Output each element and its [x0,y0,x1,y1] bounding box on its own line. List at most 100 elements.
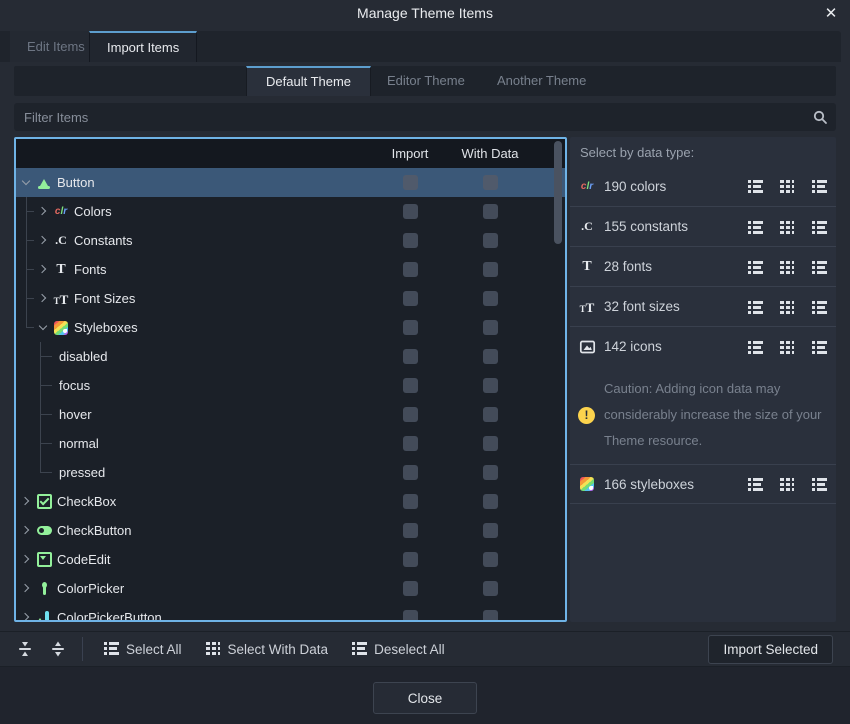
tree-item-colors[interactable]: clrColors [16,197,565,226]
with-data-checkbox[interactable] [483,581,498,596]
data-type-row-font-sizes: TT32 font sizes [570,286,836,326]
import-checkbox[interactable] [403,465,418,480]
tree-item-disabled[interactable]: disabled [16,342,565,371]
import-checkbox[interactable] [403,436,418,451]
tree-item-constants[interactable]: .CConstants [16,226,565,255]
select-all-button[interactable]: Select All [96,637,190,662]
tab-import-items[interactable]: Import Items [89,31,197,62]
tree-item-normal[interactable]: normal [16,429,565,458]
tree-item-codeedit[interactable]: CodeEdit [16,545,565,574]
chevron-right-icon[interactable] [20,524,33,537]
chevron-down-icon[interactable] [20,176,33,189]
chevron-right-icon[interactable] [20,495,33,508]
tab-default-theme[interactable]: Default Theme [246,66,371,96]
with-data-checkbox[interactable] [483,233,498,248]
deselect-all-of-type-button[interactable] [810,338,828,356]
import-checkbox[interactable] [403,233,418,248]
with-data-checkbox[interactable] [483,262,498,277]
tree-guide-dash [26,240,34,241]
select-all-of-type-button[interactable] [746,218,764,236]
import-checkbox[interactable] [403,320,418,335]
tree-item-checkbox[interactable]: CheckBox [16,487,565,516]
collapse-all-icon[interactable] [14,638,36,660]
select-all-of-type-button[interactable] [746,475,764,493]
close-icon[interactable]: ✕ [820,3,842,25]
with-data-checkbox[interactable] [483,436,498,451]
deselect-all-button[interactable]: Deselect All [344,637,453,662]
with-data-checkbox[interactable] [483,465,498,480]
select-with-data-of-type-button[interactable] [778,338,796,356]
import-checkbox[interactable] [403,175,418,190]
select-with-data-of-type-button[interactable] [778,475,796,493]
tab-another-theme[interactable]: Another Theme [478,66,605,96]
chevron-right-icon[interactable] [37,292,50,305]
import-checkbox[interactable] [403,378,418,393]
tree-item-label: Button [57,175,95,190]
dialog-footer: Close [0,667,850,724]
styleboxes-icon [52,319,70,336]
chevron-down-icon[interactable] [37,321,50,334]
tree-item-colorpickerbutton[interactable]: ColorPickerButton [16,603,565,620]
import-checkbox[interactable] [403,204,418,219]
with-data-checkbox[interactable] [483,407,498,422]
expand-all-icon[interactable] [47,638,69,660]
with-data-checkbox[interactable] [483,175,498,190]
select-all-of-type-button[interactable] [746,338,764,356]
chevron-right-icon[interactable] [20,611,33,620]
colors-icon: clr [52,203,70,220]
with-data-checkbox[interactable] [483,204,498,219]
deselect-all-of-type-button[interactable] [810,218,828,236]
with-data-checkbox[interactable] [483,378,498,393]
tree-item-pressed[interactable]: pressed [16,458,565,487]
tree-item-colorpicker[interactable]: ColorPicker [16,574,565,603]
select-all-of-type-button[interactable] [746,177,764,195]
deselect-all-of-type-button[interactable] [810,475,828,493]
import-checkbox[interactable] [403,407,418,422]
import-checkbox[interactable] [403,494,418,509]
deselect-all-of-type-button[interactable] [810,258,828,276]
select-with-data-of-type-button[interactable] [778,218,796,236]
data-type-count-label: 32 font sizes [604,299,732,314]
with-data-checkbox[interactable] [483,349,498,364]
tree-scrollbar-thumb[interactable] [554,141,562,244]
import-selected-button[interactable]: Import Selected [708,635,833,664]
close-button[interactable]: Close [373,682,477,714]
with-data-checkbox[interactable] [483,610,498,620]
deselect-all-of-type-button[interactable] [810,177,828,195]
chevron-right-icon[interactable] [20,553,33,566]
select-with-data-button[interactable]: Select With Data [198,637,337,662]
with-data-checkbox[interactable] [483,552,498,567]
select-with-data-of-type-button[interactable] [778,298,796,316]
select-with-data-of-type-button[interactable] [778,258,796,276]
with-data-checkbox[interactable] [483,494,498,509]
deselect-all-of-type-button[interactable] [810,298,828,316]
with-data-checkbox[interactable] [483,291,498,306]
chevron-right-icon[interactable] [37,205,50,218]
tree-item-focus[interactable]: focus [16,371,565,400]
import-checkbox[interactable] [403,610,418,620]
tree-item-styleboxes[interactable]: Styleboxes [16,313,565,342]
tree-item-hover[interactable]: hover [16,400,565,429]
select-with-data-of-type-button[interactable] [778,177,796,195]
tree-item-checkbutton[interactable]: CheckButton [16,516,565,545]
filter-items-input[interactable] [14,103,836,131]
chevron-right-icon[interactable] [37,263,50,276]
import-checkbox[interactable] [403,291,418,306]
tab-editor-theme[interactable]: Editor Theme [368,66,484,96]
tree-item-button[interactable]: Button [16,168,565,197]
import-checkbox[interactable] [403,552,418,567]
tree-item-fonts[interactable]: TFonts [16,255,565,284]
chevron-right-icon[interactable] [20,582,33,595]
import-checkbox[interactable] [403,262,418,277]
with-data-checkbox[interactable] [483,320,498,335]
tree-item-label: disabled [59,349,107,364]
import-checkbox[interactable] [403,523,418,538]
import-checkbox[interactable] [403,581,418,596]
chevron-right-icon[interactable] [37,234,50,247]
select-all-of-type-button[interactable] [746,298,764,316]
tree-guide-dash [40,356,52,357]
tree-item-font-sizes[interactable]: TTFont Sizes [16,284,565,313]
with-data-checkbox[interactable] [483,523,498,538]
select-all-of-type-button[interactable] [746,258,764,276]
import-checkbox[interactable] [403,349,418,364]
